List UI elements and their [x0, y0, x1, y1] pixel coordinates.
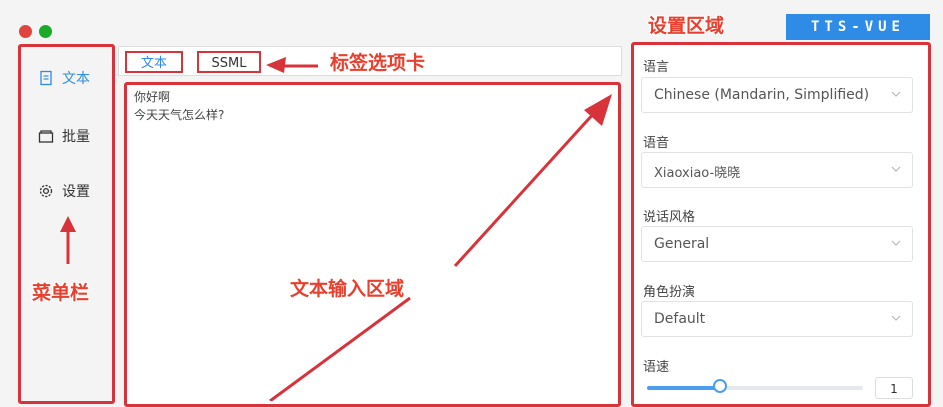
- up-arrow-annotation: [60, 216, 76, 264]
- gear-icon: [39, 184, 53, 198]
- sidebar-item-batch[interactable]: 批量: [38, 126, 90, 146]
- folder-icon: [38, 130, 54, 143]
- tab-ssml[interactable]: SSML: [197, 51, 261, 73]
- maximize-window-button[interactable]: [39, 25, 52, 38]
- sidebar-item-label: 文本: [62, 71, 90, 87]
- document-icon: [40, 70, 52, 86]
- close-window-button[interactable]: [19, 25, 32, 38]
- text-input-area-annotation: 文本输入区域: [290, 278, 405, 300]
- sidebar-item-text[interactable]: 文本: [38, 68, 90, 88]
- sidebar-item-settings[interactable]: 设置: [38, 181, 90, 201]
- settings-annotation-box: [631, 42, 931, 407]
- tab-text[interactable]: 文本: [125, 51, 183, 73]
- settings-area-annotation: 设置区域: [648, 15, 725, 37]
- tab-label-annotation: 标签选项卡: [330, 52, 426, 74]
- left-arrow-annotation: [266, 57, 318, 73]
- sidebar-item-label: 批量: [62, 129, 90, 145]
- menu-bar-annotation: 菜单栏: [32, 282, 90, 304]
- app-brand: TTS-VUE: [786, 14, 930, 40]
- sidebar-item-label: 设置: [62, 184, 90, 200]
- sidebar: 文本 批量 设置 菜单栏: [18, 44, 115, 404]
- diagonal-arrow-annotation: [269, 94, 612, 401]
